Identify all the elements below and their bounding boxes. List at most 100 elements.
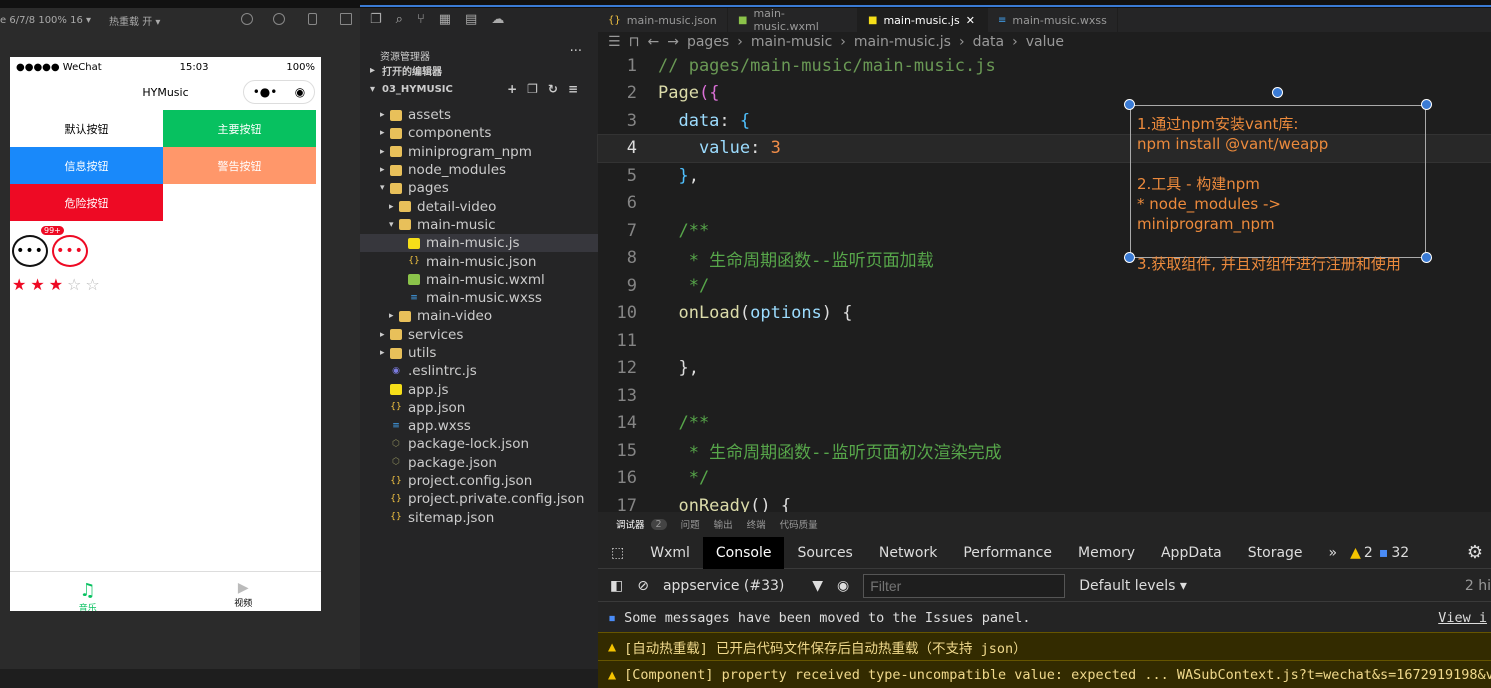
bookmark-icon[interactable]: ⊓ xyxy=(629,34,640,50)
annotation-box[interactable]: 1.通过npm安装vant库: npm install @vant/weapp 2.… xyxy=(1130,105,1426,273)
devtools-tab-wxml[interactable]: Wxml xyxy=(637,537,703,569)
files-icon[interactable]: ❐ xyxy=(370,12,382,30)
tree-item[interactable]: {} app.json xyxy=(360,399,598,417)
tree-item[interactable]: {} main-music.json xyxy=(360,252,598,270)
tree-item[interactable]: {} project.private.config.json xyxy=(360,490,598,508)
devtools-tab-console[interactable]: Console xyxy=(702,536,785,569)
breadcrumb-item[interactable]: value xyxy=(1026,34,1064,50)
context-select[interactable]: appservice (#33) ▼ xyxy=(663,578,823,594)
device-select[interactable]: e 6/7/8 100% 16 ▾ xyxy=(0,15,91,26)
vant-button[interactable]: 默认按钮 xyxy=(10,110,163,147)
code-line[interactable]: 2 Page({ xyxy=(598,80,1491,108)
window-icon[interactable] xyxy=(340,13,352,25)
tree-item[interactable]: app.js xyxy=(360,380,598,398)
devtools-tab-memory[interactable]: Memory xyxy=(1065,537,1148,569)
star-icon[interactable]: ★ xyxy=(49,275,63,294)
breadcrumb-item[interactable]: pages xyxy=(687,34,729,50)
code-line[interactable]: 13 xyxy=(598,382,1491,410)
tab-video[interactable]: ▶ 视频 xyxy=(166,572,322,611)
panel-tab[interactable]: 终端 xyxy=(747,517,766,531)
tree-item[interactable]: ▾ main-music xyxy=(360,216,598,234)
tree-item[interactable]: ▾ pages xyxy=(360,179,598,197)
code-line[interactable]: 16 */ xyxy=(598,465,1491,493)
devtools-tab-sources[interactable]: Sources xyxy=(784,537,865,569)
code-line[interactable]: 11 xyxy=(598,327,1491,355)
hot-reload-toggle[interactable]: 热重载 开 ▾ xyxy=(109,13,160,28)
devtools-tab-appdata[interactable]: AppData xyxy=(1148,537,1235,569)
star-icon[interactable]: ☆ xyxy=(67,275,81,294)
outline-icon[interactable]: ☰ xyxy=(608,34,621,50)
tab-main-music.wxss[interactable]: ≡ main-music.wxss xyxy=(988,8,1118,32)
eye-icon[interactable]: ◉ xyxy=(837,578,849,594)
open-editors-section[interactable]: ▸ 打开的编辑器 xyxy=(360,61,598,79)
panel-tab[interactable]: 输出 xyxy=(714,517,733,531)
storage-icon[interactable]: ▤ xyxy=(465,12,477,30)
more-actions[interactable]: ··· xyxy=(570,44,582,59)
tree-item[interactable]: ▸ miniprogram_npm xyxy=(360,143,598,161)
search-icon[interactable]: ⌕ xyxy=(396,12,403,30)
code-line[interactable]: 9 */ xyxy=(598,272,1491,300)
explorer-actions[interactable]: +❐↻≡ xyxy=(507,82,588,96)
tree-item[interactable]: ▸ components xyxy=(360,124,598,142)
tree-item[interactable]: ≡ app.wxss xyxy=(360,417,598,435)
settings-gear-icon[interactable]: ⚙ xyxy=(1467,542,1483,563)
phone-icon[interactable] xyxy=(308,13,317,25)
tab-music[interactable]: ♫ 音乐 xyxy=(10,572,166,611)
tree-item[interactable]: ▸ node_modules xyxy=(360,161,598,179)
code-line[interactable]: 15 * 生命周期函数--监听页面初次渲染完成 xyxy=(598,437,1491,465)
rate[interactable]: ★ ★ ★ ☆ ☆ xyxy=(10,267,321,302)
inspect-icon[interactable]: ⬚ xyxy=(598,537,637,569)
star-icon[interactable]: ☆ xyxy=(85,275,99,294)
code-line[interactable]: 1 // pages/main-music/main-music.js xyxy=(598,52,1491,80)
more-tabs-icon[interactable]: » xyxy=(1316,537,1351,569)
panel-tab[interactable]: 问题 xyxy=(681,517,700,531)
back-icon[interactable]: ← xyxy=(648,34,660,50)
vant-button[interactable]: 警告按钮 xyxy=(163,147,316,184)
levels-select[interactable]: Default levels ▾ xyxy=(1079,578,1187,594)
vant-button[interactable]: 危险按钮 xyxy=(10,184,163,221)
tree-item[interactable]: ▸ utils xyxy=(360,344,598,362)
tree-item[interactable]: ⬡ package-lock.json xyxy=(360,435,598,453)
extensions-icon[interactable]: ▦ xyxy=(439,12,451,30)
breadcrumb-item[interactable]: main-music.js xyxy=(854,34,951,50)
breadcrumb-item[interactable]: data xyxy=(973,34,1005,50)
tree-item[interactable]: ⬡ package.json xyxy=(360,454,598,472)
star-icon[interactable]: ★ xyxy=(12,275,26,294)
project-section[interactable]: ▾ 03_HYMUSIC +❐↻≡ xyxy=(360,80,598,98)
sidebar-toggle-icon[interactable]: ◧ xyxy=(610,578,623,594)
source-control-icon[interactable]: ⑂ xyxy=(417,12,425,30)
code-line[interactable]: 14 /** xyxy=(598,410,1491,438)
devtools-tab-performance[interactable]: Performance xyxy=(950,537,1065,569)
tree-item[interactable]: {} project.config.json xyxy=(360,472,598,490)
vant-button[interactable]: 主要按钮 xyxy=(163,110,316,147)
code-line[interactable]: 10 onLoad(options) { xyxy=(598,300,1491,328)
record-icon[interactable] xyxy=(273,13,285,25)
panel-tab[interactable]: 代码质量 xyxy=(780,517,818,531)
tree-item[interactable]: main-music.wxml xyxy=(360,271,598,289)
devtools-tab-storage[interactable]: Storage xyxy=(1235,537,1316,569)
close-icon[interactable]: ✕ xyxy=(966,14,975,27)
tree-item[interactable]: ≡ main-music.wxss xyxy=(360,289,598,307)
close-target-icon[interactable]: ◉ xyxy=(295,85,305,99)
docker-icon[interactable]: ☁ xyxy=(491,12,504,30)
refresh-icon[interactable] xyxy=(241,13,253,25)
star-icon[interactable]: ★ xyxy=(30,275,44,294)
tree-item[interactable]: ▸ detail-video xyxy=(360,197,598,215)
vant-button[interactable]: 信息按钮 xyxy=(10,147,163,184)
breadcrumb-item[interactable]: main-music xyxy=(751,34,832,50)
capsule-button[interactable]: •●• ◉ xyxy=(243,80,315,104)
panel-tab[interactable]: 调试器 xyxy=(616,517,645,531)
tab-main-music.json[interactable]: {} main-music.json xyxy=(598,8,728,32)
devtools-tab-network[interactable]: Network xyxy=(866,537,950,569)
tab-main-music.js[interactable]: ■ main-music.js ✕ xyxy=(858,8,988,32)
tree-item[interactable]: ◉ .eslintrc.js xyxy=(360,362,598,380)
resize-handle[interactable] xyxy=(1124,99,1135,110)
forward-icon[interactable]: → xyxy=(667,34,679,50)
tree-item[interactable]: ▸ assets xyxy=(360,106,598,124)
view-issues-link[interactable]: View i xyxy=(1438,610,1491,626)
tree-item[interactable]: {} sitemap.json xyxy=(360,509,598,527)
filter-input[interactable] xyxy=(863,573,1066,598)
code-line[interactable]: 12 }, xyxy=(598,355,1491,383)
rotate-handle[interactable] xyxy=(1272,87,1283,98)
resize-handle[interactable] xyxy=(1124,252,1135,263)
